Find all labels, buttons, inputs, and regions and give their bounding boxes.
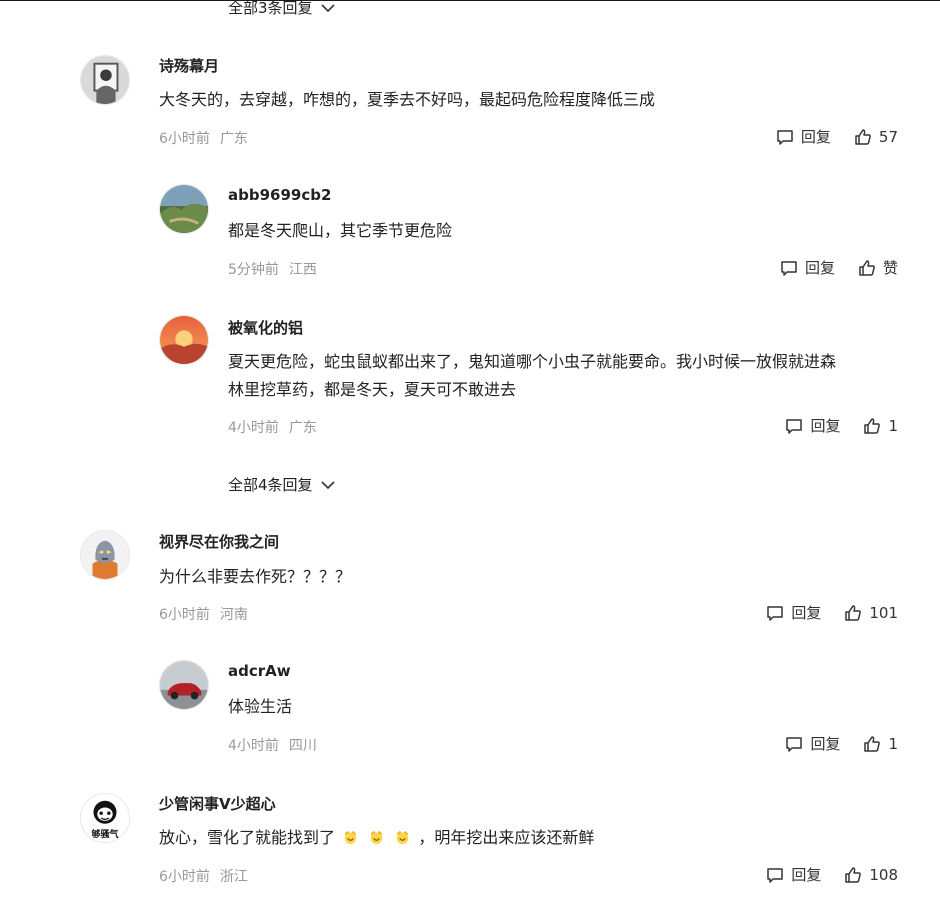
reply-button[interactable]: 回复: [775, 126, 831, 147]
thumbs-up-icon: [845, 604, 862, 621]
reply-button[interactable]: 回复: [784, 733, 840, 754]
expand-replies-top[interactable]: 全部3条回复: [228, 0, 337, 18]
reply-button[interactable]: 回复: [765, 864, 821, 885]
reply-actions: 回复 1: [784, 415, 898, 436]
comment-actions: 回复 101: [765, 602, 898, 623]
like-button[interactable]: 1: [862, 416, 898, 436]
comment-text: 放心，雪化了就能找到了 ，明年挖出来应该还新鲜: [159, 824, 594, 852]
expand-label: 全部4条回复: [228, 476, 313, 494]
reply-text-line1: 夏天更危险，蛇虫鼠蚁都出来了，鬼知道哪个小虫子就能要命。我小时候一放假就进森: [228, 352, 837, 371]
reply-meta: 5分钟前 江西: [228, 259, 317, 279]
avatar[interactable]: 够骚气: [80, 793, 130, 843]
avatar[interactable]: [159, 660, 209, 710]
comment-meta: 6小时前 浙江: [159, 866, 248, 886]
comment-author[interactable]: 少管闲事V少超心: [159, 793, 276, 814]
thumbs-up-icon: [864, 735, 881, 752]
like-count: 赞: [882, 259, 898, 277]
comment-meta: 6小时前 河南: [159, 604, 248, 624]
crown-smile-emoji-icon: [371, 830, 383, 845]
like-button[interactable]: 1: [862, 734, 898, 754]
comment-actions: 回复 57: [775, 126, 898, 147]
like-count: 1: [888, 416, 898, 435]
comment-text: 大冬天的，去穿越，咋想的，夏季去不好吗，最起码危险程度降低三成: [159, 90, 656, 109]
reply-author[interactable]: abb9699cb2: [228, 186, 331, 204]
comment-bubble-icon: [777, 129, 793, 145]
reply-time: 4小时前: [228, 738, 279, 754]
thumbs-up-icon: [855, 128, 871, 145]
thumbs-up-icon: [864, 417, 881, 434]
reply-button[interactable]: 回复: [779, 257, 835, 278]
like-count: 57: [878, 127, 898, 146]
comment-time: 6小时前: [159, 607, 210, 623]
top-divider: [0, 0, 940, 1]
like-count: 101: [869, 603, 898, 622]
reply-time: 4小时前: [228, 420, 279, 436]
reply-author[interactable]: 被氧化的铝: [228, 317, 303, 338]
comment-bubble-icon: [767, 867, 784, 883]
chevron-down-icon: [320, 480, 335, 489]
comment-actions: 回复 108: [765, 864, 898, 885]
reply-location: 江西: [288, 262, 317, 278]
like-button[interactable]: 赞: [857, 257, 898, 278]
comment-bubble-icon: [781, 260, 797, 276]
comment-bubble-icon: [767, 605, 784, 621]
crown-smile-emoji-icon: [344, 830, 357, 845]
expand-replies[interactable]: 全部4条回复: [228, 474, 337, 495]
reply-label: 回复: [791, 604, 822, 622]
reply-time: 5分钟前: [228, 262, 279, 278]
comment-location: 广东: [219, 131, 248, 147]
like-count: 108: [869, 865, 898, 884]
comment-time: 6小时前: [159, 869, 210, 885]
reply-location: 广东: [288, 420, 317, 436]
reply-actions: 回复 1: [784, 733, 898, 754]
thumbs-up-icon: [859, 259, 875, 276]
reply-actions: 回复 赞: [779, 257, 898, 278]
reply-text: 体验生活: [228, 697, 293, 716]
avatar[interactable]: [80, 530, 130, 580]
comment-bubble-icon: [786, 736, 803, 752]
comment-time: 6小时前: [159, 131, 210, 147]
like-button[interactable]: 101: [843, 603, 898, 623]
comment-bubble-icon: [786, 418, 803, 434]
reply-meta: 4小时前 广东: [228, 417, 317, 437]
avatar[interactable]: [159, 184, 209, 234]
reply-label: 回复: [810, 735, 841, 753]
reply-text-line2: 林里挖草药，都是冬天，夏天可不敢进去: [228, 380, 517, 399]
reply-label: 回复: [804, 259, 835, 277]
comment-meta: 6小时前 广东: [159, 128, 248, 148]
comment-text-part1: 放心，雪化了就能找到了: [159, 828, 336, 847]
reply-meta: 4小时前 四川: [228, 735, 317, 755]
thumbs-up-icon: [845, 866, 862, 883]
like-button[interactable]: 57: [853, 127, 898, 147]
like-button[interactable]: 108: [843, 865, 898, 885]
reply-button[interactable]: 回复: [784, 415, 840, 436]
reply-button[interactable]: 回复: [765, 602, 821, 623]
comment-text: 为什么非要去作死？？？？: [159, 567, 352, 586]
comment-location: 河南: [219, 607, 248, 623]
like-count: 1: [888, 734, 898, 753]
expand-label: 全部3条回复: [228, 0, 313, 17]
reply-label: 回复: [800, 128, 831, 146]
comment-author[interactable]: 视界尽在你我之间: [159, 531, 279, 552]
crown-smile-emoji-icon: [397, 830, 409, 845]
reply-author[interactable]: adcrAw: [228, 662, 291, 680]
avatar[interactable]: [159, 315, 209, 365]
reply-label: 回复: [791, 866, 822, 884]
reply-label: 回复: [810, 417, 841, 435]
reply-text: 都是冬天爬山，其它季节更危险: [228, 221, 453, 240]
comment-location: 浙江: [219, 869, 248, 885]
chevron-down-icon: [320, 3, 335, 12]
reply-location: 四川: [288, 738, 317, 754]
comment-author[interactable]: 诗殇幕月: [159, 55, 219, 76]
avatar[interactable]: [80, 55, 130, 105]
comment-text-part2: ，明年挖出来应该还新鲜: [418, 828, 595, 847]
avatar-caption: 够骚气: [91, 830, 119, 840]
